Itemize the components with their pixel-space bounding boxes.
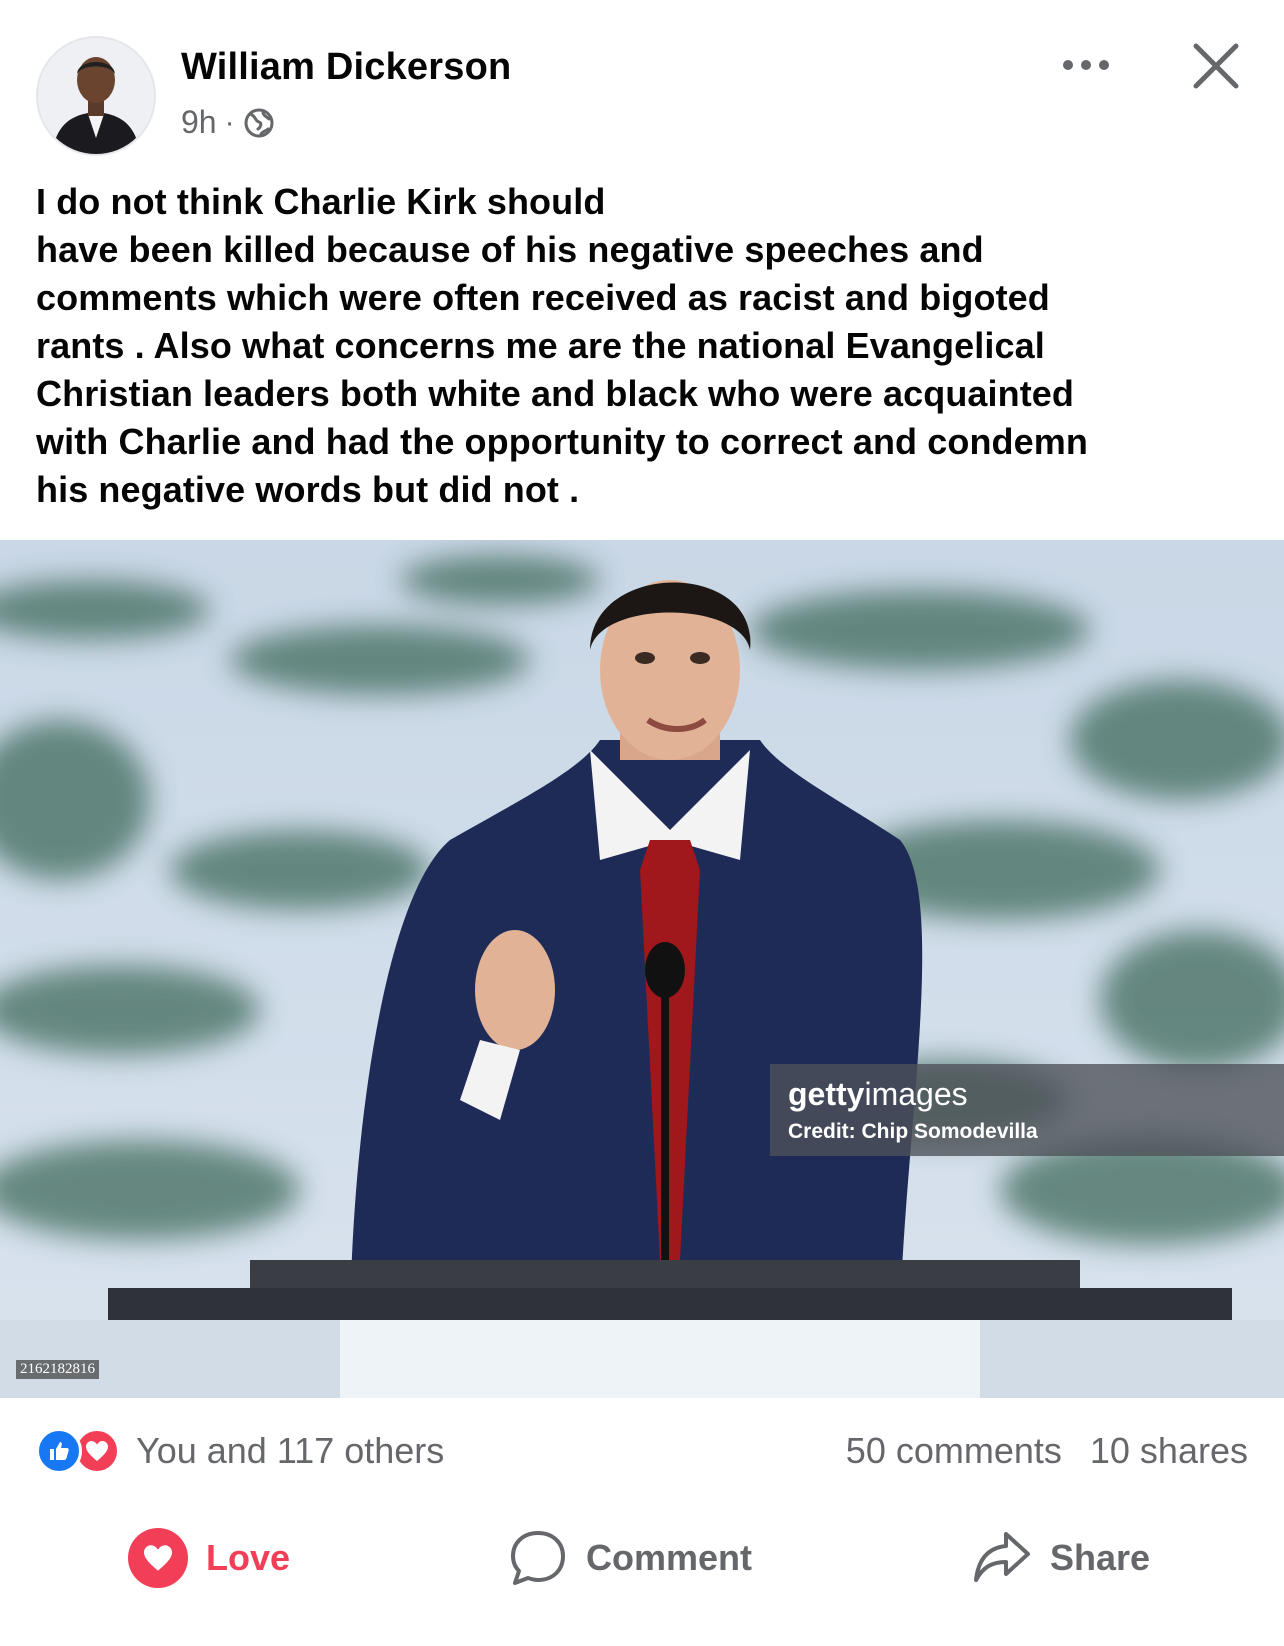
- post-time[interactable]: 9h: [181, 104, 217, 141]
- speaker-photo-illustration: [0, 540, 1284, 1398]
- getty-logo: gettyimages: [788, 1076, 968, 1112]
- shares-count[interactable]: 10 shares: [1090, 1430, 1248, 1472]
- getty-watermark: gettyimages Credit: Chip Somodevilla: [770, 1064, 1284, 1156]
- post-body-text: I do not think Charlie Kirk should have …: [36, 181, 1088, 510]
- reactions-count-text: You and 117 others: [136, 1430, 445, 1471]
- share-label: Share: [1050, 1537, 1151, 1578]
- heart-icon: [128, 1528, 188, 1588]
- post-meta: 9h ·: [181, 104, 275, 141]
- comment-label: Comment: [586, 1537, 753, 1578]
- comment-button[interactable]: Comment: [508, 1528, 752, 1588]
- comments-count[interactable]: 50 comments: [846, 1430, 1062, 1472]
- reactions-summary[interactable]: You and 117 others: [36, 1428, 444, 1474]
- love-button[interactable]: Love: [128, 1528, 290, 1588]
- like-reaction-icon: [36, 1428, 82, 1474]
- globe-icon: [244, 108, 274, 137]
- engagement-counts: 50 comments 10 shares: [846, 1430, 1248, 1472]
- close-icon[interactable]: [1190, 40, 1242, 92]
- post-photo[interactable]: gettyimages Credit: Chip Somodevilla 216…: [0, 540, 1284, 1398]
- meta-separator: ·: [224, 105, 235, 139]
- author-avatar[interactable]: [36, 36, 156, 156]
- photo-credit: Credit: Chip Somodevilla: [788, 1120, 1038, 1143]
- photo-id: 2162182816: [16, 1360, 99, 1379]
- share-arrow-icon: [974, 1532, 1030, 1582]
- comment-bubble-icon: [511, 1531, 565, 1585]
- love-label: Love: [206, 1537, 291, 1578]
- avatar-photo: [38, 38, 154, 154]
- author-name[interactable]: William Dickerson: [181, 46, 511, 89]
- share-button[interactable]: Share: [972, 1528, 1150, 1588]
- more-options-icon[interactable]: [1058, 50, 1114, 80]
